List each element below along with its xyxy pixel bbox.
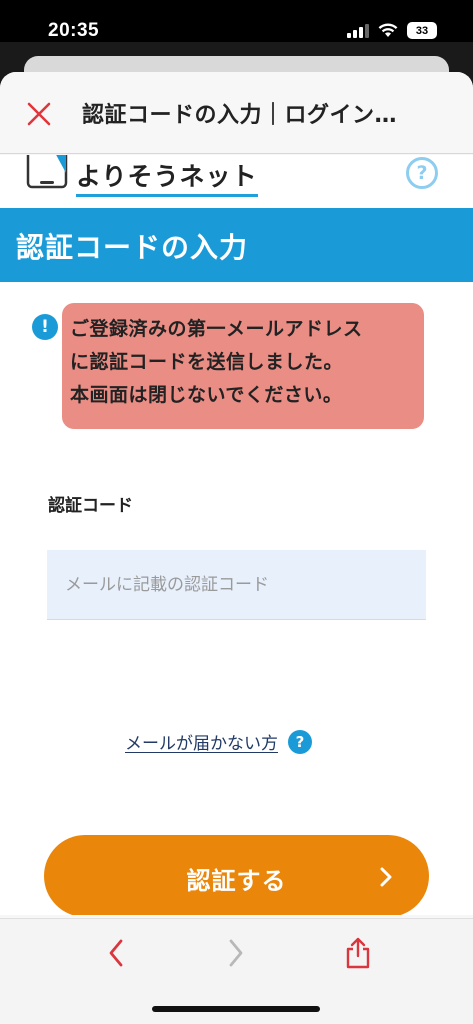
home-indicator bbox=[152, 1006, 320, 1012]
battery-indicator: 33 bbox=[407, 22, 437, 39]
chevron-right-icon bbox=[229, 939, 243, 967]
help-icon-small[interactable]: ? bbox=[288, 729, 312, 754]
verification-code-input[interactable] bbox=[47, 550, 426, 620]
wifi-icon bbox=[378, 23, 398, 37]
mail-help-row: メールが届かない方 ? bbox=[125, 729, 312, 754]
back-button[interactable] bbox=[96, 933, 136, 973]
help-icon[interactable]: ? bbox=[406, 157, 438, 189]
verify-button[interactable]: 認証する bbox=[44, 835, 429, 915]
status-icons: 33 bbox=[347, 22, 437, 39]
notice-line-2: に認証コードを送信しました。 bbox=[70, 351, 344, 373]
notice-text: ご登録済みの第一メールアドレス に認証コードを送信しました。 本画面は閉じないで… bbox=[70, 313, 430, 412]
smartphone-logo-icon bbox=[26, 155, 68, 189]
mail-not-arrived-link[interactable]: メールが届かない方 bbox=[125, 729, 278, 754]
status-time: 20:35 bbox=[48, 20, 100, 41]
notice-line-3: 本画面は閉じないでください。 bbox=[70, 384, 343, 406]
notice-line-1: ご登録済みの第一メールアドレス bbox=[70, 318, 363, 340]
close-icon bbox=[27, 102, 51, 126]
page-title: 認証コードの入力 bbox=[16, 231, 249, 264]
modal-header: 認証コードの入力｜ログイン… bbox=[0, 72, 473, 154]
page-content: よりそうネット ? 認証コードの入力 ! ご登録済みの第一メールアドレス に認証… bbox=[0, 155, 473, 915]
modal-sheet: 認証コードの入力｜ログイン… よりそうネット ? 認証コードの入力 ! ご登録済… bbox=[0, 72, 473, 1024]
verify-button-label: 認証する bbox=[186, 868, 287, 895]
exclamation-icon: ! bbox=[32, 314, 58, 340]
cellular-signal-icon bbox=[347, 23, 369, 38]
page-title-banner: 認証コードの入力 bbox=[0, 208, 473, 282]
modal-title: 認証コードの入力｜ログイン… bbox=[82, 103, 398, 128]
share-icon bbox=[346, 937, 370, 969]
chevron-right-icon bbox=[380, 867, 392, 887]
brand-name: よりそうネット bbox=[76, 157, 258, 197]
share-button[interactable] bbox=[338, 933, 378, 973]
close-button[interactable] bbox=[22, 97, 56, 131]
code-field-label: 認証コード bbox=[48, 496, 133, 516]
forward-button[interactable] bbox=[216, 933, 256, 973]
brand-header: よりそうネット ? bbox=[0, 155, 473, 207]
chevron-left-icon bbox=[109, 939, 123, 967]
